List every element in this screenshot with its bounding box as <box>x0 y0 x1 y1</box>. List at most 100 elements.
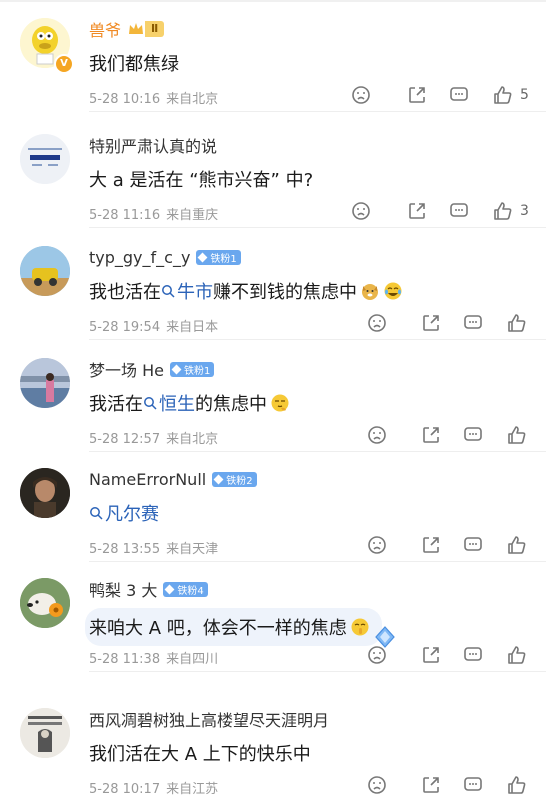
thumbs-up-icon[interactable] <box>506 644 528 666</box>
comment-meta: 5-28 10:17 来自江苏 <box>89 778 218 797</box>
user-name[interactable]: typ_gy_f_c_y <box>89 248 190 267</box>
diamond-icon <box>164 584 175 594</box>
thumb-down-face-icon[interactable] <box>366 312 388 334</box>
user-name[interactable]: 西风凋碧树独上高楼望尽天涯明月 <box>89 707 329 731</box>
avatar[interactable] <box>20 468 70 518</box>
comment-item: 西风凋碧树独上高楼望尽天涯明月 我们活在大 A 上下的快乐中 5-28 10:1… <box>0 690 546 802</box>
comment-item: NameErrorNull 铁粉2 凡尔赛 5-28 13:55 来自天津 <box>0 450 546 562</box>
comment-text: 来咱大 A 吧，体会不一样的焦虑 <box>89 618 347 639</box>
diamond-icon <box>197 252 208 262</box>
comment-date: 5-28 11:16 <box>89 208 161 223</box>
diamond-icon <box>171 364 182 374</box>
avatar-image <box>20 134 70 184</box>
user-name[interactable]: NameErrorNull <box>89 470 206 489</box>
comment-meta: 5-28 13:55 来自天津 <box>89 538 218 557</box>
comment-item: 鸭梨 3 大 铁粉4 来咱大 A 吧，体会不一样的焦虑 5-28 11:38 来自… <box>0 560 546 672</box>
name-row: 梦一场 He 铁粉1 <box>89 357 215 381</box>
comment-text-bubble: 来咱大 A 吧，体会不一样的焦虑 <box>85 604 398 650</box>
comment-location: 来自重庆 <box>166 208 219 223</box>
comment-date: 5-28 19:54 <box>89 320 161 335</box>
comment-icon[interactable] <box>462 312 484 334</box>
thumbs-up-icon[interactable] <box>506 424 528 446</box>
thumb-down-face-icon[interactable] <box>366 644 388 666</box>
comment-meta: 5-28 11:38 来自四川 <box>89 648 218 667</box>
name-row: typ_gy_f_c_y 铁粉1 <box>89 246 241 268</box>
thumbs-up-icon[interactable] <box>492 84 514 106</box>
comment-icon[interactable] <box>462 534 484 556</box>
comment-icon[interactable] <box>462 424 484 446</box>
comment-text: 凡尔赛 <box>89 500 159 526</box>
comment-location: 来自北京 <box>166 92 219 107</box>
doge-emoji-icon <box>362 284 378 300</box>
search-icon <box>90 507 103 520</box>
user-name[interactable]: 兽爷 <box>89 17 121 41</box>
comment-item: typ_gy_f_c_y 铁粉1 我也活在 牛市 赚不到钱的焦虑中 5-28 1… <box>0 228 546 340</box>
avatar-image <box>20 578 70 628</box>
thumbs-up-icon[interactable] <box>506 312 528 334</box>
topic-link[interactable]: 恒生 <box>143 390 195 416</box>
name-row: 鸭梨 3 大 铁粉4 <box>89 578 208 600</box>
comment-date: 5-28 10:16 <box>89 92 161 107</box>
user-name[interactable]: 梦一场 He <box>89 357 164 381</box>
thumbs-up-icon[interactable] <box>506 534 528 556</box>
comment-date: 5-28 13:55 <box>89 542 161 557</box>
comment-location: 来自四川 <box>166 652 219 667</box>
vip-level-badge: Ⅱ <box>127 20 165 38</box>
comment-meta: 5-28 11:16 来自重庆 <box>89 204 218 223</box>
fan-badge-label: 铁粉4 <box>177 585 204 597</box>
search-icon <box>162 285 175 298</box>
avatar[interactable] <box>20 246 70 296</box>
user-name[interactable]: 鸭梨 3 大 <box>89 577 157 601</box>
comment-icon[interactable] <box>448 84 470 106</box>
fan-badge: 铁粉2 <box>212 471 257 487</box>
comment-icon[interactable] <box>462 774 484 796</box>
avatar[interactable] <box>20 358 70 408</box>
fan-badge-label: 铁粉2 <box>226 475 253 487</box>
comment-meta: 5-28 10:16 来自北京 <box>89 88 218 107</box>
divider <box>89 671 546 672</box>
topic-link[interactable]: 牛市 <box>161 278 213 304</box>
share-icon[interactable] <box>420 424 442 446</box>
comment-location: 来自北京 <box>166 432 219 447</box>
thumb-down-face-icon[interactable] <box>366 424 388 446</box>
verified-badge: V <box>54 54 74 74</box>
like-count: 5 <box>520 87 529 103</box>
comment-text: 我们活在大 A 上下的快乐中 <box>89 744 311 765</box>
comment-location: 来自天津 <box>166 542 219 557</box>
topic-label: 凡尔赛 <box>105 504 159 525</box>
divider <box>89 111 546 112</box>
share-icon[interactable] <box>420 534 442 556</box>
avatar[interactable] <box>20 134 70 184</box>
comment-text: 我活在 恒生 的焦虑中 <box>89 390 290 416</box>
avatar-image <box>20 708 70 758</box>
thumb-down-face-icon[interactable] <box>350 200 372 222</box>
thumb-down-face-icon[interactable] <box>366 534 388 556</box>
share-icon[interactable] <box>420 644 442 666</box>
avatar[interactable] <box>20 708 70 758</box>
topic-label: 牛市 <box>177 282 213 303</box>
share-icon[interactable] <box>406 84 428 106</box>
thumbs-up-icon[interactable] <box>506 774 528 796</box>
comment-icon[interactable] <box>462 644 484 666</box>
thumb-down-face-icon[interactable] <box>366 774 388 796</box>
shush-emoji-icon <box>351 618 369 636</box>
comment-icon[interactable] <box>448 200 470 222</box>
share-icon[interactable] <box>406 200 428 222</box>
fan-badge: 铁粉1 <box>169 361 215 377</box>
user-name[interactable]: 特别严肃认真的说 <box>89 133 217 157</box>
avatar-image <box>20 468 70 518</box>
comment-date: 5-28 10:17 <box>89 782 161 797</box>
thumb-down-face-icon[interactable] <box>350 84 372 106</box>
thumbs-up-icon[interactable] <box>492 200 514 222</box>
share-icon[interactable] <box>420 774 442 796</box>
topic-link[interactable]: 凡尔赛 <box>89 500 159 526</box>
share-icon[interactable] <box>420 312 442 334</box>
comment-item: V 兽爷 Ⅱ 我们都焦绿 5-28 10:16 来自北京 5 <box>0 0 546 112</box>
fan-badge: 铁粉4 <box>163 581 208 597</box>
level-label: Ⅱ <box>145 21 165 37</box>
name-row: 西风凋碧树独上高楼望尽天涯明月 <box>89 708 329 730</box>
name-row: 特别严肃认真的说 <box>89 134 217 156</box>
comment-meta: 5-28 12:57 来自北京 <box>89 428 218 447</box>
avatar[interactable] <box>20 578 70 628</box>
diamond-icon <box>213 474 224 484</box>
